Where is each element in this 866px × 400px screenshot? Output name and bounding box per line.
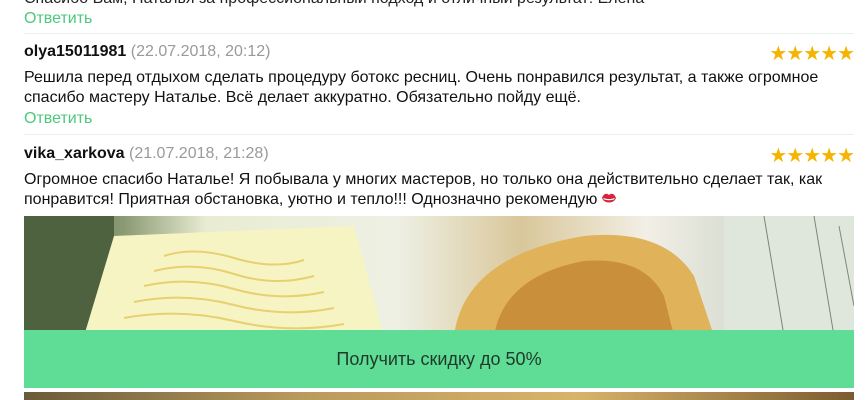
review-header: vika_xarkova (21.07.2018, 21:28) — [24, 145, 269, 163]
review-author[interactable]: olya15011981 — [24, 43, 126, 60]
review-photo[interactable] — [24, 216, 854, 336]
review-text-content: Огромное спасибо Наталье! Я побывала у м… — [24, 171, 823, 208]
review-date: (21.07.2018, 21:28) — [128, 145, 269, 162]
reply-link[interactable]: Ответить — [24, 10, 92, 28]
review-date: (22.07.2018, 20:12) — [130, 43, 271, 60]
divider — [24, 33, 854, 34]
divider — [24, 134, 854, 135]
rating-stars: ★★★★★ — [769, 43, 855, 65]
get-discount-button[interactable]: Получить скидку до 50% — [24, 330, 854, 388]
review-header: olya15011981 (22.07.2018, 20:12) — [24, 43, 270, 61]
lips-icon — [602, 193, 617, 203]
prev-review-text: Спасибо Вам, Наталья за профессиональный… — [24, 0, 644, 8]
review-photo — [24, 392, 854, 400]
review-author[interactable]: vika_xarkova — [24, 145, 125, 162]
rating-stars: ★★★★★ — [769, 145, 855, 167]
review-text: Решила перед отдыхом сделать процедуру б… — [24, 69, 819, 106]
review-text: Огромное спасибо Наталье! Я побывала у м… — [24, 170, 824, 210]
photo-illustration — [24, 216, 854, 336]
reply-link[interactable]: Ответить — [24, 110, 92, 128]
